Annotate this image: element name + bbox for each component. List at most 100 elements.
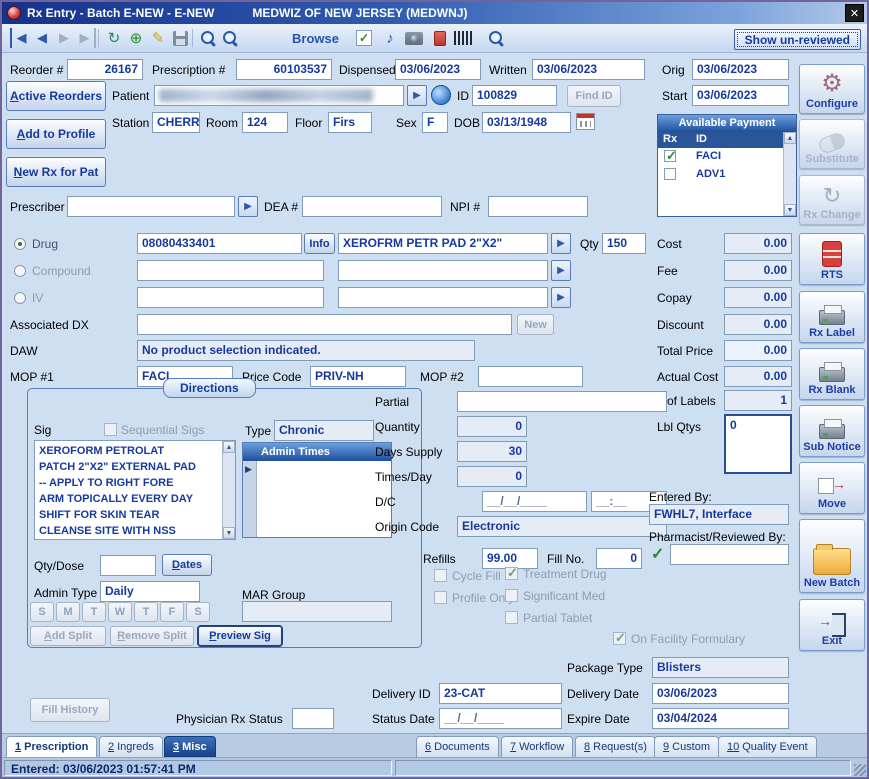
station-field[interactable]: CHERR	[152, 112, 200, 133]
quantity-field[interactable]: 0	[457, 416, 527, 437]
qty-field[interactable]: 150	[602, 233, 646, 254]
rx-change-button[interactable]: ↻ Rx Change	[799, 175, 865, 225]
day-button-mon[interactable]: M	[56, 602, 80, 622]
new-batch-button[interactable]: New Batch	[799, 519, 865, 593]
tab-prescription[interactable]: 1 Prescription	[6, 736, 98, 757]
tab-documents[interactable]: 6 Documents	[416, 736, 499, 757]
substitute-button[interactable]: Substitute	[799, 119, 865, 169]
first-record-icon[interactable]: ◀	[10, 28, 30, 48]
sig-textarea[interactable]: XEROFORM PETROLAT PATCH 2"X2" EXTERNAL P…	[34, 440, 236, 540]
tab-workflow[interactable]: 7 Workflow	[501, 736, 574, 757]
zoom-in-icon[interactable]	[198, 28, 218, 48]
day-button-tue[interactable]: T	[82, 602, 106, 622]
associated-dx-field[interactable]	[137, 314, 512, 335]
reorder-field[interactable]: 26167	[67, 59, 143, 80]
cycle-fill-checkbox[interactable]	[434, 569, 447, 582]
scroll-up-icon[interactable]: ▲	[784, 132, 796, 144]
lbl-qtys-list[interactable]: 0	[724, 414, 792, 474]
payment-checkbox-adv1[interactable]	[664, 168, 676, 180]
rx-label-button[interactable]: Rx Label	[799, 291, 865, 343]
sequential-sigs-checkbox[interactable]	[104, 423, 117, 436]
new-dx-button[interactable]: New	[517, 314, 554, 335]
discount-field[interactable]: 0.00	[724, 314, 792, 335]
tab-misc[interactable]: 3 Misc	[164, 736, 216, 757]
physician-rx-status-field[interactable]	[292, 708, 334, 729]
cost-field[interactable]: 0.00	[724, 233, 792, 254]
tab-requests[interactable]: 8 Request(s)	[575, 736, 656, 757]
next-record-icon[interactable]: ▶	[54, 28, 74, 48]
patient-lookup-button[interactable]: ▶	[407, 85, 427, 106]
days-supply-field[interactable]: 30	[457, 441, 527, 462]
tab-ingreds[interactable]: 2 Ingreds	[99, 736, 163, 757]
delivery-id-field[interactable]: 23-CAT	[439, 683, 562, 704]
camera-icon[interactable]	[404, 28, 424, 48]
price-code-field[interactable]: PRIV-NH	[310, 366, 406, 387]
day-button-sat[interactable]: S	[186, 602, 210, 622]
dc-date-field[interactable]: __/__/____	[482, 491, 587, 512]
edit-icon[interactable]: ✎	[148, 28, 168, 48]
remove-split-button[interactable]: Remove Split	[110, 626, 194, 646]
save-icon[interactable]	[170, 28, 190, 48]
scroll-down-icon[interactable]: ▼	[784, 204, 796, 216]
preview-sig-button[interactable]: Preview Sig	[198, 626, 282, 646]
compound-radio[interactable]	[14, 265, 26, 277]
package-type-field[interactable]: Blisters	[652, 657, 789, 678]
day-button-sun[interactable]: S	[30, 602, 54, 622]
close-button[interactable]: ✕	[845, 4, 864, 22]
patient-id-field[interactable]: 100829	[472, 85, 557, 106]
drug-lookup-button[interactable]: ▶	[551, 233, 571, 254]
move-button[interactable]: Move	[799, 462, 865, 514]
add-to-profile-button[interactable]: Add to Profile	[6, 119, 106, 149]
times-day-field[interactable]: 0	[457, 466, 527, 487]
mop2-field[interactable]	[478, 366, 583, 387]
fill-history-button[interactable]: Fill History	[30, 698, 110, 722]
admin-times-table[interactable]: Admin Times ▶	[242, 442, 392, 538]
refresh-icon[interactable]: ↻	[104, 28, 124, 48]
iv-name-field[interactable]	[338, 287, 548, 308]
search-icon[interactable]	[486, 28, 506, 48]
compound-lookup-button[interactable]: ▶	[551, 260, 571, 281]
dea-field[interactable]	[302, 196, 442, 217]
expire-date-field[interactable]: 03/04/2024	[652, 708, 789, 729]
drug-radio[interactable]	[14, 238, 26, 250]
status-date-field[interactable]: __/__/____	[439, 708, 562, 729]
pharmacist-field[interactable]	[670, 544, 789, 565]
note-icon[interactable]: ♪	[380, 28, 400, 48]
payment-checkbox-faci[interactable]	[664, 148, 677, 164]
sig-scrollbar[interactable]: ▲ ▼	[222, 441, 235, 539]
admin-type-field[interactable]: Daily	[100, 581, 200, 602]
delivery-date-field[interactable]: 03/06/2023	[652, 683, 789, 704]
payment-row[interactable]: ADV1	[658, 166, 784, 183]
tab-custom[interactable]: 9 Custom	[654, 736, 720, 757]
add-record-icon[interactable]: ⊕	[126, 28, 146, 48]
find-id-button[interactable]: Find ID	[567, 85, 621, 107]
prescriber-field[interactable]	[67, 196, 235, 217]
mar-group-field[interactable]	[242, 601, 392, 622]
fee-field[interactable]: 0.00	[724, 260, 792, 281]
sig-type-field[interactable]: Chronic	[274, 420, 374, 441]
exit-button[interactable]: Exit	[799, 599, 865, 651]
fill-no-field[interactable]: 0	[596, 548, 642, 569]
iv-code-field[interactable]	[137, 287, 324, 308]
num-labels-field[interactable]: 1	[724, 390, 792, 411]
day-button-wed[interactable]: W	[108, 602, 132, 622]
configure-button[interactable]: ⚙ Configure	[799, 64, 865, 114]
partial-field[interactable]	[457, 391, 667, 412]
day-button-thu[interactable]: T	[134, 602, 158, 622]
entered-by-field[interactable]: FWHL7, Interface	[649, 504, 789, 525]
dob-field[interactable]: 03/13/1948	[482, 112, 571, 133]
patient-field[interactable]	[154, 85, 404, 106]
drug-name-field[interactable]: XEROFRM PETR PAD 2"X2"	[338, 233, 548, 254]
globe-icon[interactable]	[431, 85, 451, 105]
floor-field[interactable]: Firs	[328, 112, 372, 133]
alert-icon[interactable]	[430, 28, 450, 48]
profile-only-checkbox[interactable]	[434, 591, 447, 604]
resize-grip[interactable]	[854, 764, 866, 776]
start-field[interactable]: 03/06/2023	[692, 85, 789, 106]
calendar-icon[interactable]	[576, 113, 595, 130]
total-price-field[interactable]: 0.00	[724, 340, 792, 361]
actual-cost-field[interactable]: 0.00	[724, 366, 792, 387]
dispensed-field[interactable]: 03/06/2023	[395, 59, 481, 80]
ndc-field[interactable]: 08080433401	[137, 233, 302, 254]
verify-check-icon[interactable]: ✓	[354, 28, 374, 48]
